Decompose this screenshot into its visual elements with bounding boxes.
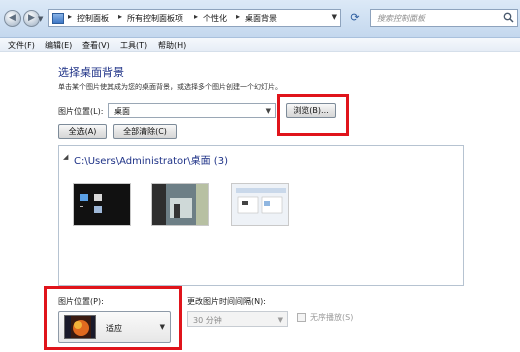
search-icon[interactable] xyxy=(503,12,514,23)
desktop-icons-image xyxy=(80,194,102,213)
menu-file[interactable]: 文件(F) xyxy=(8,40,35,51)
select-all-button[interactable]: 全选(A) xyxy=(58,124,107,139)
back-arrow-icon: ◀ xyxy=(9,13,16,23)
wallpaper-thumbnail[interactable] xyxy=(231,183,289,226)
highlight-box xyxy=(44,286,182,350)
navigation-bar: ◀ ▶ ▼ ▸ 控制面板 ▸ 所有控制面板项 ▸ 个性化 ▸ 桌面背景 ▼ ⟳ … xyxy=(0,0,520,38)
chevron-right-icon[interactable]: ▸ xyxy=(68,12,72,21)
chevron-down-icon: ▼ xyxy=(277,316,283,324)
wallpaper-thumbnail[interactable] xyxy=(151,183,209,226)
forward-arrow-icon: ▶ xyxy=(28,13,35,23)
page-description: 单击某个图片使其成为您的桌面背景，或选择多个图片创建一个幻灯片。 xyxy=(58,83,282,91)
gallery-group-title[interactable]: C:\Users\Administrator\桌面 (3) xyxy=(74,152,228,167)
refresh-button[interactable]: ⟳ xyxy=(346,9,364,27)
collapse-icon[interactable]: ◢ xyxy=(63,153,68,161)
back-button[interactable]: ◀ xyxy=(4,10,21,27)
breadcrumb-item[interactable]: 个性化 xyxy=(203,13,227,24)
control-panel-icon xyxy=(52,13,64,24)
page-title: 选择桌面背景 xyxy=(58,66,124,79)
search-box[interactable]: 搜索控制面板 xyxy=(370,9,518,27)
location-value: 桌面 xyxy=(114,107,130,116)
breadcrumb-item[interactable]: 桌面背景 xyxy=(245,13,277,24)
recent-pages-dropdown-icon[interactable]: ▼ xyxy=(38,15,46,23)
chevron-right-icon[interactable]: ▸ xyxy=(194,12,198,21)
shuffle-label: 无序播放(S) xyxy=(310,313,354,322)
chevron-right-icon[interactable]: ▸ xyxy=(236,12,240,21)
search-placeholder: 搜索控制面板 xyxy=(377,14,425,23)
interval-select[interactable]: 30 分钟 ▼ xyxy=(187,311,288,327)
menu-tools[interactable]: 工具(T) xyxy=(120,40,147,51)
shuffle-checkbox[interactable] xyxy=(297,313,306,322)
wallpaper-thumbnail[interactable] xyxy=(73,183,131,226)
address-bar[interactable]: ▸ 控制面板 ▸ 所有控制面板项 ▸ 个性化 ▸ 桌面背景 ▼ xyxy=(48,9,341,27)
breadcrumb-item[interactable]: 所有控制面板项 xyxy=(127,13,183,24)
location-label: 图片位置(L): xyxy=(58,107,104,116)
chevron-right-icon[interactable]: ▸ xyxy=(118,12,122,21)
refresh-icon: ⟳ xyxy=(350,11,360,24)
clear-all-button[interactable]: 全部清除(C) xyxy=(113,124,177,139)
address-dropdown-icon[interactable]: ▼ xyxy=(332,13,337,21)
interval-label: 更改图片时间间隔(N): xyxy=(187,297,266,306)
menu-edit[interactable]: 编辑(E) xyxy=(45,40,72,51)
menu-bar: 文件(F) 编辑(E) 查看(V) 工具(T) 帮助(H) xyxy=(0,38,520,52)
picture-gallery: ◢ C:\Users\Administrator\桌面 (3) xyxy=(58,145,464,286)
chevron-down-icon: ▼ xyxy=(265,107,271,115)
interval-value: 30 分钟 xyxy=(193,316,222,325)
breadcrumb-item[interactable]: 控制面板 xyxy=(77,13,109,24)
location-select[interactable]: 桌面 ▼ xyxy=(108,103,276,118)
menu-view[interactable]: 查看(V) xyxy=(82,40,110,51)
menu-help[interactable]: 帮助(H) xyxy=(158,40,186,51)
highlight-box xyxy=(277,94,349,136)
photo-image xyxy=(152,184,208,225)
screenshot-image xyxy=(232,184,288,225)
